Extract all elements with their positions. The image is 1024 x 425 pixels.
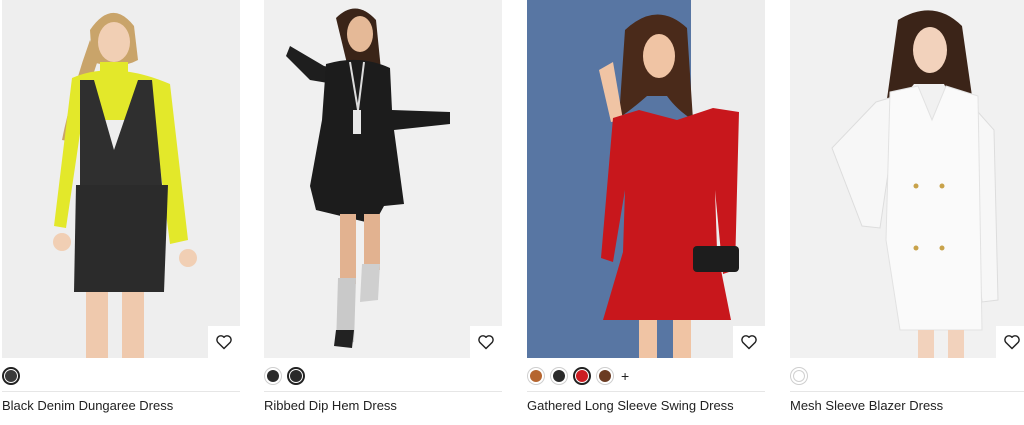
color-swatch[interactable] bbox=[287, 367, 305, 385]
wishlist-heart-icon[interactable] bbox=[208, 326, 240, 358]
color-swatch[interactable] bbox=[527, 367, 545, 385]
color-swatches bbox=[2, 366, 20, 386]
color-swatch[interactable] bbox=[596, 367, 614, 385]
color-swatch[interactable] bbox=[2, 367, 20, 385]
divider bbox=[790, 391, 1024, 392]
product-name[interactable]: Ribbed Dip Hem Dress bbox=[264, 398, 397, 413]
divider bbox=[264, 391, 502, 392]
product-card: + Gathered Long Sleeve Swing Dress bbox=[527, 0, 767, 425]
color-swatch[interactable] bbox=[264, 367, 282, 385]
product-grid: Black Denim Dungaree Dress Ribbed Dip He… bbox=[0, 0, 1024, 425]
product-image[interactable] bbox=[264, 0, 502, 358]
color-swatch[interactable] bbox=[790, 367, 808, 385]
divider bbox=[527, 391, 765, 392]
color-swatch[interactable] bbox=[550, 367, 568, 385]
product-name[interactable]: Gathered Long Sleeve Swing Dress bbox=[527, 398, 734, 413]
divider bbox=[2, 391, 240, 392]
color-swatch[interactable] bbox=[573, 367, 591, 385]
color-swatches: + bbox=[527, 366, 629, 386]
product-name[interactable]: Mesh Sleeve Blazer Dress bbox=[790, 398, 943, 413]
color-swatches bbox=[264, 366, 305, 386]
product-image[interactable] bbox=[2, 0, 240, 358]
product-card: Ribbed Dip Hem Dress bbox=[264, 0, 504, 425]
wishlist-heart-icon[interactable] bbox=[470, 326, 502, 358]
more-colors-button[interactable]: + bbox=[621, 367, 629, 385]
product-image[interactable] bbox=[527, 0, 765, 358]
color-swatches bbox=[790, 366, 808, 386]
product-image[interactable] bbox=[790, 0, 1024, 358]
wishlist-heart-icon[interactable] bbox=[996, 326, 1024, 358]
wishlist-heart-icon[interactable] bbox=[733, 326, 765, 358]
product-card: Mesh Sleeve Blazer Dress bbox=[790, 0, 1024, 425]
product-card: Black Denim Dungaree Dress bbox=[2, 0, 242, 425]
product-name[interactable]: Black Denim Dungaree Dress bbox=[2, 398, 173, 413]
